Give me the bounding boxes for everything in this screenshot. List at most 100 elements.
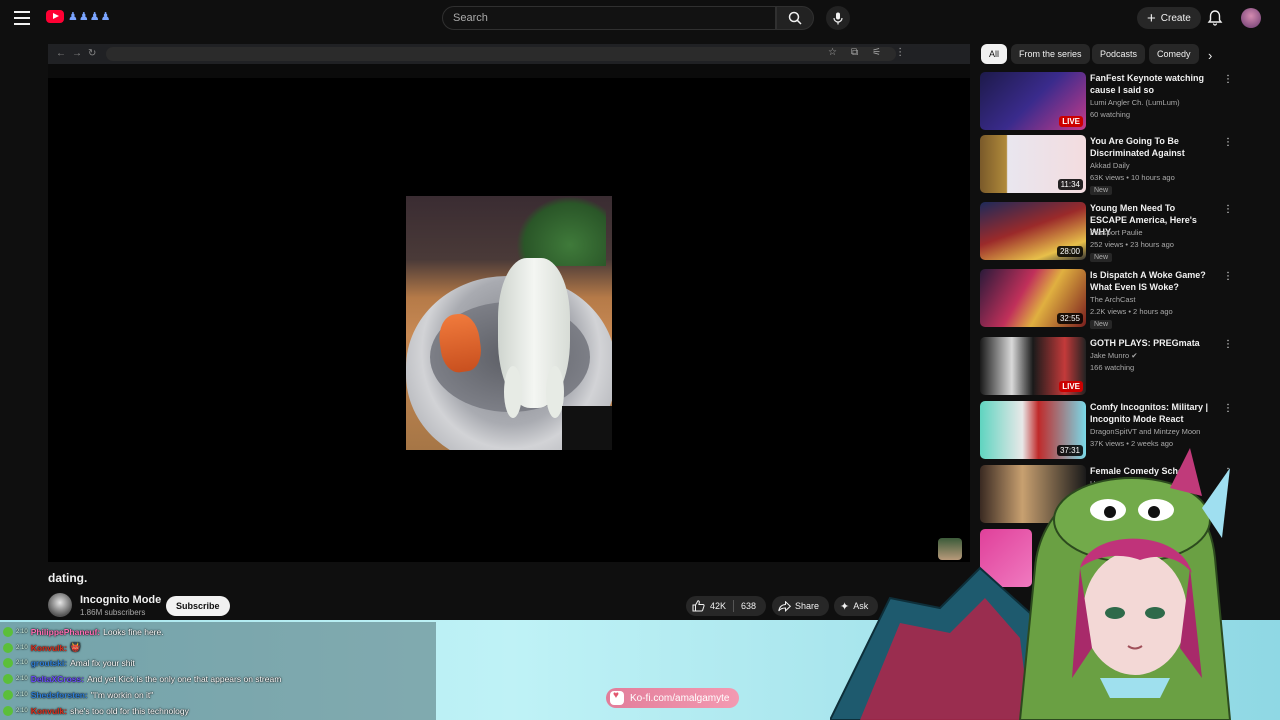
search-button[interactable] [776,6,814,30]
platform-badge-icon [3,658,13,669]
video-title: dating. [48,571,88,585]
browser-tool-icons[interactable]: ☆⧉⚟⋮ [828,47,919,58]
microphone-icon [833,12,843,24]
recommendation-title[interactable]: Comfy Incognitos: Military | Incognito M… [1090,401,1214,425]
recommendation-channel[interactable]: Akkad Daily [1090,161,1130,170]
chat-username: groutski: [30,658,68,669]
kofi-cup-icon [610,690,624,705]
chip-from-the-series[interactable]: From the series [1011,44,1090,64]
search-input[interactable]: Search [442,6,776,30]
channel-name[interactable]: Incognito Mode [80,594,161,606]
platform-badge-icon [3,705,13,716]
notifications-bell-icon[interactable] [1206,9,1224,27]
chat-username: Konvulk: [30,642,68,653]
recommendation-meta: 63K views • 10 hours ago [1090,173,1175,182]
video-frame-image [406,196,612,450]
recommendation-item[interactable]: LIVE GOTH PLAYS: PREGmata Jake Munro ✔ 1… [980,337,1236,397]
subscribe-button[interactable]: Subscribe [166,596,230,616]
youtube-play-icon [46,10,64,23]
browser-url-bar[interactable] [106,47,896,61]
live-badge: LIVE [1059,381,1083,392]
recommendation-title[interactable]: You Are Going To Be Discriminated Agains… [1090,135,1214,159]
video-thumbnail[interactable]: 11:34 [980,135,1086,193]
chat-text: Looks fine here. [103,626,164,637]
chat-username: PhilippePhaneuf: [30,626,101,637]
new-badge: New [1090,253,1113,262]
recommendation-title[interactable]: GOTH PLAYS: PREGmata [1090,337,1214,349]
recommendation-channel[interactable]: Lumi Angler Ch. (LumLum) [1090,98,1180,107]
kofi-text: Ko-fi.com/amalgamyte [630,692,730,704]
recommendation-channel[interactable]: DragonSpitVT and Mintzey Moon [1090,427,1200,436]
doodle-icon: ♟♟♟♟ [68,11,112,23]
video-thumbnail[interactable]: LIVE [980,337,1086,395]
chat-message: 2:10 Konvulk: 👹 [0,640,436,656]
chat-message: 2:10 groutski: Amal fix your shit [0,656,436,672]
platform-badge-icon [3,642,13,653]
chevron-right-icon[interactable]: › [1208,48,1212,63]
chip-podcasts[interactable]: Podcasts [1092,44,1146,64]
stream-chat-overlay: 2:10 PhilippePhaneuf: Looks fine here. 2… [0,622,436,720]
video-thumbnail[interactable]: 32:55 [980,269,1086,327]
more-options-icon[interactable]: ⋮ [1223,403,1233,414]
video-duration: 32:55 [1056,313,1083,324]
chat-text: And yet Kick is the only one that appear… [87,674,282,685]
chat-username: Shedsforsten: [30,690,88,701]
create-label: Create [1160,12,1191,24]
platform-badge-icon [3,690,13,701]
more-options-icon[interactable]: ⋮ [1223,137,1233,148]
recommendation-item[interactable]: 11:34 You Are Going To Be Discriminated … [980,135,1236,195]
voice-search-button[interactable] [826,6,850,30]
chat-timestamp: 2:10 [16,644,28,651]
platform-badge-icon [3,674,13,685]
recommendation-meta: 2.2K views • 2 hours ago [1090,307,1173,316]
recommendation-channel[interactable]: Jake Munro ✔ [1090,351,1138,360]
more-options-icon[interactable]: ⋮ [1223,204,1233,215]
thumbs-up-icon[interactable] [692,600,705,612]
like-count: 42K [710,601,727,611]
like-dislike-buttons[interactable]: 42K 638 [686,596,766,616]
recommendation-channel[interactable]: The ArchCast [1090,295,1135,304]
youtube-logo[interactable]: ♟♟♟♟ [46,10,111,23]
chat-message: 2:10 Shedsforsten: "I'm workin on it" [0,687,436,703]
account-avatar[interactable] [1241,8,1261,28]
live-badge: LIVE [1059,116,1083,127]
browser-nav-icons[interactable]: ←→↻ [56,48,102,59]
share-label: Share [795,601,820,611]
recommendation-meta: 37K views • 2 weeks ago [1090,439,1174,448]
embedded-browser-bar: ←→↻ ☆⧉⚟⋮ [48,44,970,64]
search-icon [788,11,802,25]
menu-icon[interactable] [14,11,30,25]
recommendation-item[interactable]: LIVE FanFest Keynote watching cause I sa… [980,72,1236,132]
chat-timestamp: 2:10 [16,660,28,667]
recommendation-meta: 60 watching [1090,110,1131,119]
top-bar: ♟♟♟♟ Search + Create [0,0,1280,36]
chat-text: Amal fix your shit [70,658,135,669]
dislike-count[interactable]: 638 [741,601,756,611]
chip-all[interactable]: All [981,44,1008,64]
more-options-icon[interactable]: ⋮ [1223,339,1233,350]
recommendation-item[interactable]: 28:00 Young Men Need To ESCAPE America, … [980,202,1236,262]
vtuber-avatar-illustration [830,448,1232,720]
recommendation-channel[interactable]: Passport Paulie [1090,228,1143,237]
share-button[interactable]: Share [772,596,830,616]
chat-message: 2:10 PhilippePhaneuf: Looks fine here. [0,624,436,640]
recommendation-title[interactable]: FanFest Keynote watching cause I said so [1090,72,1214,96]
more-options-icon[interactable]: ⋮ [1223,271,1233,282]
chat-username: DeltaXCross: [30,674,85,685]
chat-timestamp: 2:10 [16,692,28,699]
chat-timestamp: 2:10 [16,707,28,714]
more-options-icon[interactable]: ⋮ [1223,74,1233,85]
create-button[interactable]: + Create [1137,7,1201,29]
new-badge: New [1090,320,1113,329]
video-thumbnail[interactable]: 28:00 [980,202,1086,260]
chat-text: 👹 [70,642,81,653]
platform-badge-icon [3,626,13,637]
recommendation-meta: 166 watching [1090,363,1135,372]
chip-comedy[interactable]: Comedy [1149,44,1199,64]
channel-avatar[interactable] [48,593,72,617]
recommendation-title[interactable]: Is Dispatch A Woke Game? What Even IS Wo… [1090,269,1214,293]
plus-icon: + [1147,9,1156,27]
chat-text: she's too old for this technology [70,705,189,716]
video-thumbnail[interactable]: LIVE [980,72,1086,130]
recommendation-item[interactable]: 32:55 Is Dispatch A Woke Game? What Even… [980,269,1236,329]
